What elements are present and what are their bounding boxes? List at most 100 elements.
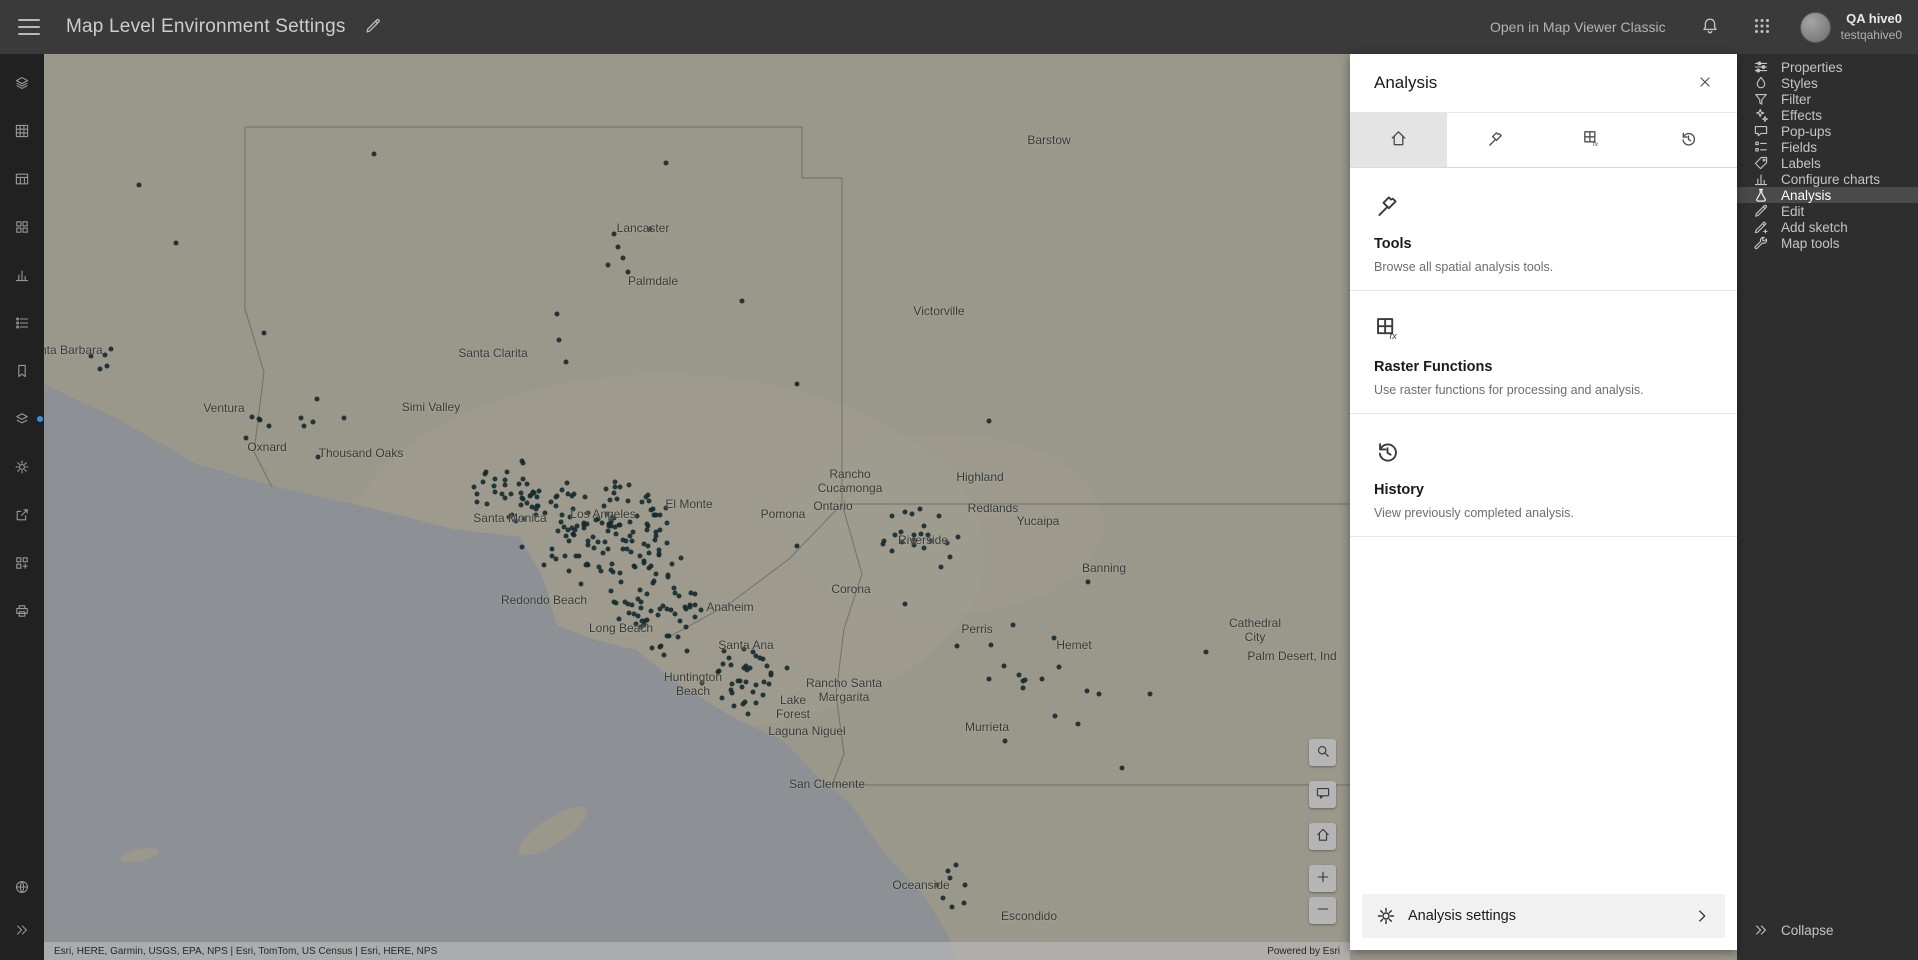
collapse-button[interactable]: Collapse (1737, 906, 1918, 954)
sketch-icon (1753, 219, 1769, 235)
edit-icon (1753, 203, 1769, 219)
labels-tag-icon (1753, 155, 1769, 171)
panel-item-filter[interactable]: Filter (1737, 91, 1918, 107)
left-tool-basemap[interactable] (8, 117, 36, 145)
left-tool-create-app[interactable] (8, 549, 36, 577)
panel-item-analysis[interactable]: Analysis (1737, 187, 1918, 203)
left-tool-language[interactable] (8, 873, 36, 901)
left-tool-save-map[interactable] (8, 405, 43, 433)
map-label-thousand-oaks: Thousand Oaks (318, 446, 404, 461)
panel-item-label: Fields (1781, 139, 1818, 155)
analysis-panel-header: Analysis (1350, 54, 1737, 112)
edit-title-button[interactable] (360, 13, 386, 42)
map-label-murrieta: Murrieta (964, 720, 1010, 735)
map-label-corona: Corona (831, 582, 871, 597)
right-toolbar-items: Properties Styles Filter Effects Pop-ups Fiel… (1737, 59, 1918, 251)
panel-item-add-sketch[interactable]: Add sketch (1737, 219, 1918, 235)
left-tool-print[interactable] (8, 597, 36, 625)
effects-icon (1753, 107, 1769, 123)
home-icon (1315, 827, 1331, 846)
card-description: Browse all spatial analysis tools. (1374, 260, 1554, 274)
map-search-button[interactable] (1309, 739, 1336, 766)
close-icon (1697, 76, 1713, 93)
map-label-santa-ana: Santa Ana (718, 638, 774, 653)
map-label-yucaipa: Yucaipa (1016, 514, 1060, 529)
properties-icon (1753, 59, 1769, 75)
analysis-tab-history[interactable] (1640, 113, 1737, 167)
styles-icon (1753, 75, 1769, 91)
open-classic-link[interactable]: Open in Map Viewer Classic (1484, 18, 1672, 36)
map-label-escondido: Escondido (1000, 909, 1058, 924)
analysis-card-tools[interactable]: Tools Browse all spatial analysis tools. (1350, 168, 1737, 291)
notifications-button[interactable] (1696, 12, 1724, 43)
left-tool-layers[interactable] (8, 69, 36, 97)
panel-item-fields[interactable]: Fields (1737, 139, 1918, 155)
left-toolbar (0, 54, 44, 960)
panel-item-label: Map tools (1781, 235, 1840, 251)
card-description: Use raster functions for processing and … (1374, 383, 1644, 397)
analysis-settings-button[interactable]: Analysis settings (1362, 894, 1725, 938)
close-panel-button[interactable] (1691, 68, 1719, 99)
map-label-hemet: Hemet (1056, 638, 1092, 653)
zoom-out-button[interactable] (1309, 897, 1336, 924)
map-label-simi-valley: Simi Valley (401, 400, 461, 415)
analysis-icon (1753, 187, 1769, 203)
attribution-text: Esri, HERE, Garmin, USGS, EPA, NPS | Esr… (54, 945, 438, 957)
zoom-in-button[interactable] (1309, 865, 1336, 892)
map-label-ventura: Ventura (203, 401, 245, 416)
map-controls (1309, 739, 1336, 924)
panel-item-styles[interactable]: Styles (1737, 75, 1918, 91)
right-settings-toolbar: Properties Styles Filter Effects Pop-ups Fiel… (1737, 54, 1918, 960)
left-tool-bookmarks[interactable] (8, 357, 36, 385)
panel-item-label: Properties (1781, 59, 1843, 75)
fields-icon (1753, 139, 1769, 155)
left-tool-share[interactable] (8, 501, 36, 529)
menu-button[interactable] (16, 16, 42, 38)
panel-item-labels[interactable]: Labels (1737, 155, 1918, 171)
left-tool-apps[interactable] (8, 213, 36, 241)
map-label-barstow: Barstow (1027, 133, 1071, 148)
user-name: QA hive0 (1846, 11, 1902, 27)
left-tool-charts[interactable] (8, 261, 36, 289)
left-toolbar-bottom (8, 873, 36, 960)
map-label-santa-barbara: Santa Barbara (44, 343, 103, 358)
hammer-icon (1374, 192, 1713, 224)
panel-item-map-tools[interactable]: Map tools (1737, 235, 1918, 251)
map-label-oceanside: Oceanside (892, 878, 950, 893)
map-label-cathedral-city: Cathedral City (1228, 616, 1282, 644)
analysis-tab-overview[interactable] (1350, 113, 1447, 167)
map-info-button[interactable] (1309, 781, 1336, 808)
default-map-view-button[interactable] (1309, 823, 1336, 850)
analysis-card-history[interactable]: History View previously completed analysi… (1350, 414, 1737, 537)
left-tool-legend[interactable] (8, 309, 36, 337)
left-tool-expand[interactable] (8, 916, 36, 944)
avatar (1799, 11, 1831, 43)
active-indicator-dot (37, 416, 43, 422)
app-header: Map Level Environment Settings Open in M… (0, 0, 1918, 54)
panel-item-label: Add sketch (1781, 219, 1848, 235)
panel-item-edit[interactable]: Edit (1737, 203, 1918, 219)
left-tool-tables[interactable] (8, 165, 36, 193)
map-label-highland: Highland (956, 470, 1004, 485)
user-chip[interactable]: QA hive0 testqahive0 (1799, 11, 1902, 43)
map-label-redondo-beach: Redondo Beach (500, 593, 588, 608)
left-tool-map-settings[interactable] (8, 453, 36, 481)
panel-item-effects[interactable]: Effects (1737, 107, 1918, 123)
app-launcher-button[interactable] (1748, 12, 1776, 43)
minus-icon (1315, 901, 1331, 920)
panel-item-label: Configure charts (1781, 171, 1881, 187)
analysis-card-raster-functions[interactable]: fx Raster Functions Use raster functions f… (1350, 291, 1737, 414)
svg-text:fx: fx (1390, 331, 1398, 342)
map-label-redlands: Redlands (967, 501, 1019, 516)
panel-item-properties[interactable]: Properties (1737, 59, 1918, 75)
map-label-laguna-niguel: Laguna Niguel (768, 724, 846, 739)
map-label-rancho-santa-margarita: Rancho Santa Margarita (805, 676, 883, 704)
analysis-tab-raster-functions[interactable]: fx (1543, 113, 1641, 167)
panel-item-pop-ups[interactable]: Pop-ups (1737, 123, 1918, 139)
panel-item-configure-charts[interactable]: Configure charts (1737, 171, 1918, 187)
analysis-tab-tools[interactable] (1446, 113, 1544, 167)
bell-icon (1700, 16, 1720, 39)
app-root: Map Level Environment Settings Open in M… (0, 0, 1918, 960)
panel-item-label: Effects (1781, 107, 1823, 123)
map-label-lancaster: Lancaster (616, 221, 670, 236)
